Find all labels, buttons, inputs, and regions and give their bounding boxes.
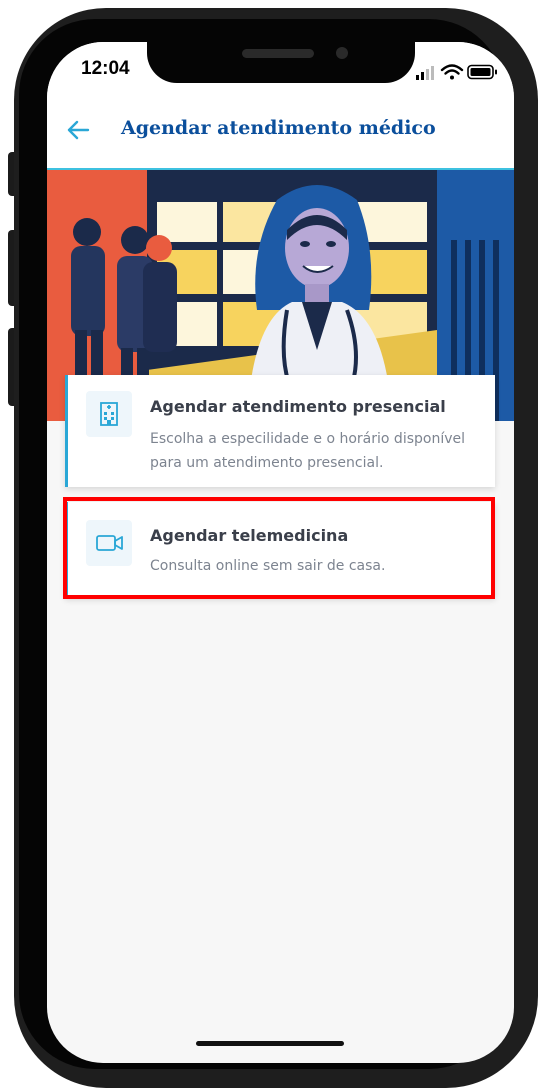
- home-indicator[interactable]: [196, 1041, 344, 1046]
- highlight-box: [63, 497, 495, 599]
- card-description-line: Escolha a especilidade e o horário dispo…: [150, 431, 465, 447]
- phone-notch: [147, 41, 415, 83]
- hospital-building-icon: [100, 402, 118, 426]
- signal-icon: [416, 66, 434, 80]
- card-description-line: para um atendimento presencial.: [150, 455, 384, 471]
- card-title: Agendar atendimento presencial: [150, 397, 446, 416]
- card-icon-box: [86, 391, 132, 437]
- speaker-grille: [242, 49, 314, 58]
- back-arrow-icon[interactable]: [61, 112, 97, 148]
- front-camera: [336, 47, 348, 59]
- option-card-presencial[interactable]: Agendar atendimento presencial Escolha a…: [65, 375, 495, 487]
- app-header: Agendar atendimento médico: [47, 98, 514, 170]
- battery-icon: [467, 64, 497, 80]
- wifi-icon: [440, 64, 464, 80]
- status-icons: [416, 64, 497, 80]
- status-time: 12:04: [81, 58, 130, 79]
- page-title: Agendar atendimento médico: [121, 117, 436, 139]
- card-description: Escolha a especilidade e o horário dispo…: [150, 427, 490, 475]
